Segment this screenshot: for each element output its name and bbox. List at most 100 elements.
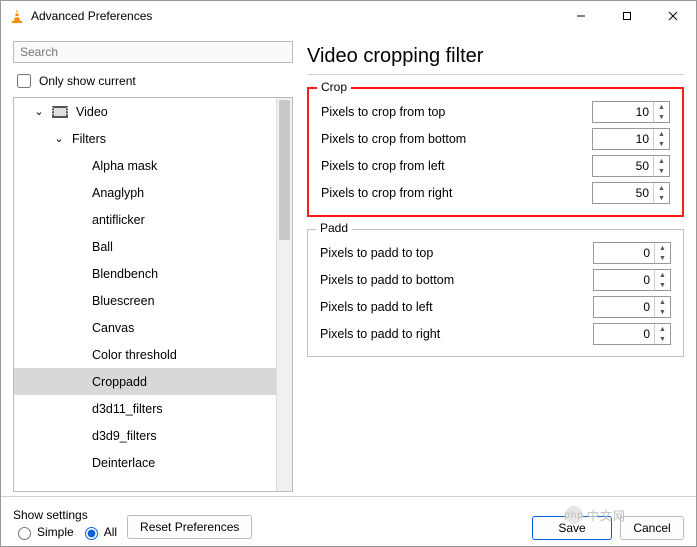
save-button[interactable]: Save [532,516,612,540]
tree-item-filter[interactable]: d3d11_filters [14,395,292,422]
field-label: Pixels to padd to right [320,327,593,341]
spinner-up-icon[interactable]: ▲ [655,270,670,280]
chevron-down-icon: ⌄ [54,132,64,145]
preferences-tree[interactable]: ⌄ Video ⌄ Filters Alpha mask Anaglyphanti… [13,97,293,492]
tree-item-label: Ball [92,240,113,254]
padd-group: Padd Pixels to padd to top0▲▼Pixels to p… [307,229,684,357]
film-icon [52,106,68,118]
spinner-down-icon[interactable]: ▼ [655,253,670,263]
number-value: 50 [593,186,653,200]
tree-item-label: d3d11_filters [92,402,163,416]
radio-all[interactable]: All [80,524,117,540]
spinner[interactable]: ▲▼ [654,297,670,317]
field-label: Pixels to padd to left [320,300,593,314]
padd-field: Pixels to padd to left0▲▼ [320,294,671,320]
show-settings-label: Show settings [13,508,117,522]
number-input[interactable]: 0▲▼ [593,323,671,345]
tree-item-label: d3d9_filters [92,429,157,443]
radio-simple[interactable]: Simple [13,524,74,540]
tree-item-label: Alpha mask [92,159,157,173]
spinner-up-icon[interactable]: ▲ [654,156,669,166]
field-label: Pixels to crop from bottom [321,132,592,146]
spinner-up-icon[interactable]: ▲ [654,183,669,193]
tree-item-filter[interactable]: antiflicker [14,206,292,233]
number-value: 0 [594,246,654,260]
number-value: 10 [593,105,653,119]
close-button[interactable] [650,1,696,31]
search-input[interactable] [13,41,293,63]
spinner-down-icon[interactable]: ▼ [655,334,670,344]
crop-field: Pixels to crop from left50▲▼ [321,153,670,179]
padd-field: Pixels to padd to bottom0▲▼ [320,267,671,293]
number-value: 0 [594,273,654,287]
field-label: Pixels to crop from right [321,186,592,200]
tree-item-filter[interactable]: Canvas [14,314,292,341]
spinner-down-icon[interactable]: ▼ [655,307,670,317]
number-input[interactable]: 50▲▼ [592,182,670,204]
spinner-up-icon[interactable]: ▲ [655,297,670,307]
padd-field: Pixels to padd to top0▲▼ [320,240,671,266]
field-label: Pixels to crop from top [321,105,592,119]
reset-preferences-button[interactable]: Reset Preferences [127,515,252,539]
padd-field: Pixels to padd to right0▲▼ [320,321,671,347]
cancel-button[interactable]: Cancel [620,516,684,540]
tree-item-label: Bluescreen [92,294,155,308]
tree-item-filters[interactable]: ⌄ Filters [14,125,292,152]
spinner-down-icon[interactable]: ▼ [654,166,669,176]
spinner-down-icon[interactable]: ▼ [654,193,669,203]
tree-item-filter[interactable]: Ball [14,233,292,260]
crop-group: Crop Pixels to crop from top10▲▼Pixels t… [307,87,684,217]
tree-item-label: Blendbench [92,267,158,281]
number-input[interactable]: 0▲▼ [593,269,671,291]
number-value: 0 [594,300,654,314]
field-label: Pixels to padd to bottom [320,273,593,287]
tree-item-filter[interactable]: d3d9_filters [14,422,292,449]
tree-item-label: Canvas [92,321,134,335]
number-value: 0 [594,327,654,341]
number-input[interactable]: 0▲▼ [593,242,671,264]
tree-item-filter[interactable]: Color threshold [14,341,292,368]
window-title: Advanced Preferences [31,9,152,23]
spinner[interactable]: ▲▼ [653,183,669,203]
field-label: Pixels to padd to top [320,246,593,260]
spinner-up-icon[interactable]: ▲ [654,102,669,112]
tree-item-filter[interactable]: Bluescreen [14,287,292,314]
tree-item-filter[interactable]: Croppadd [14,368,292,395]
crop-field: Pixels to crop from right50▲▼ [321,180,670,206]
crop-field: Pixels to crop from top10▲▼ [321,99,670,125]
tree-item-filter[interactable]: Alpha mask [14,152,292,179]
tree-item-filter[interactable]: Anaglyph [14,179,292,206]
tree-item-filter[interactable]: Blendbench [14,260,292,287]
spinner[interactable]: ▲▼ [653,156,669,176]
spinner-up-icon[interactable]: ▲ [655,324,670,334]
only-show-current-checkbox[interactable] [17,74,31,88]
field-label: Pixels to crop from left [321,159,592,173]
titlebar: Advanced Preferences [1,1,696,31]
tree-item-video[interactable]: ⌄ Video [14,98,292,125]
spinner[interactable]: ▲▼ [653,129,669,149]
number-input[interactable]: 50▲▼ [592,155,670,177]
number-input[interactable]: 10▲▼ [592,101,670,123]
spinner[interactable]: ▲▼ [654,324,670,344]
spinner-up-icon[interactable]: ▲ [654,129,669,139]
divider [307,74,684,75]
tree-scrollbar[interactable] [276,98,292,491]
spinner[interactable]: ▲▼ [653,102,669,122]
number-input[interactable]: 10▲▼ [592,128,670,150]
spinner-up-icon[interactable]: ▲ [655,243,670,253]
scrollbar-thumb[interactable] [279,100,290,240]
only-show-current-label: Only show current [39,74,136,88]
maximize-button[interactable] [604,1,650,31]
tree-item-label: Filters [72,132,106,146]
tree-item-filter[interactable]: Deinterlace [14,449,292,476]
number-value: 10 [593,132,653,146]
spinner-down-icon[interactable]: ▼ [655,280,670,290]
spinner-down-icon[interactable]: ▼ [654,112,669,122]
chevron-down-icon: ⌄ [34,105,44,118]
crop-legend: Crop [317,80,351,94]
spinner[interactable]: ▲▼ [654,243,670,263]
minimize-button[interactable] [558,1,604,31]
number-input[interactable]: 0▲▼ [593,296,671,318]
spinner-down-icon[interactable]: ▼ [654,139,669,149]
spinner[interactable]: ▲▼ [654,270,670,290]
